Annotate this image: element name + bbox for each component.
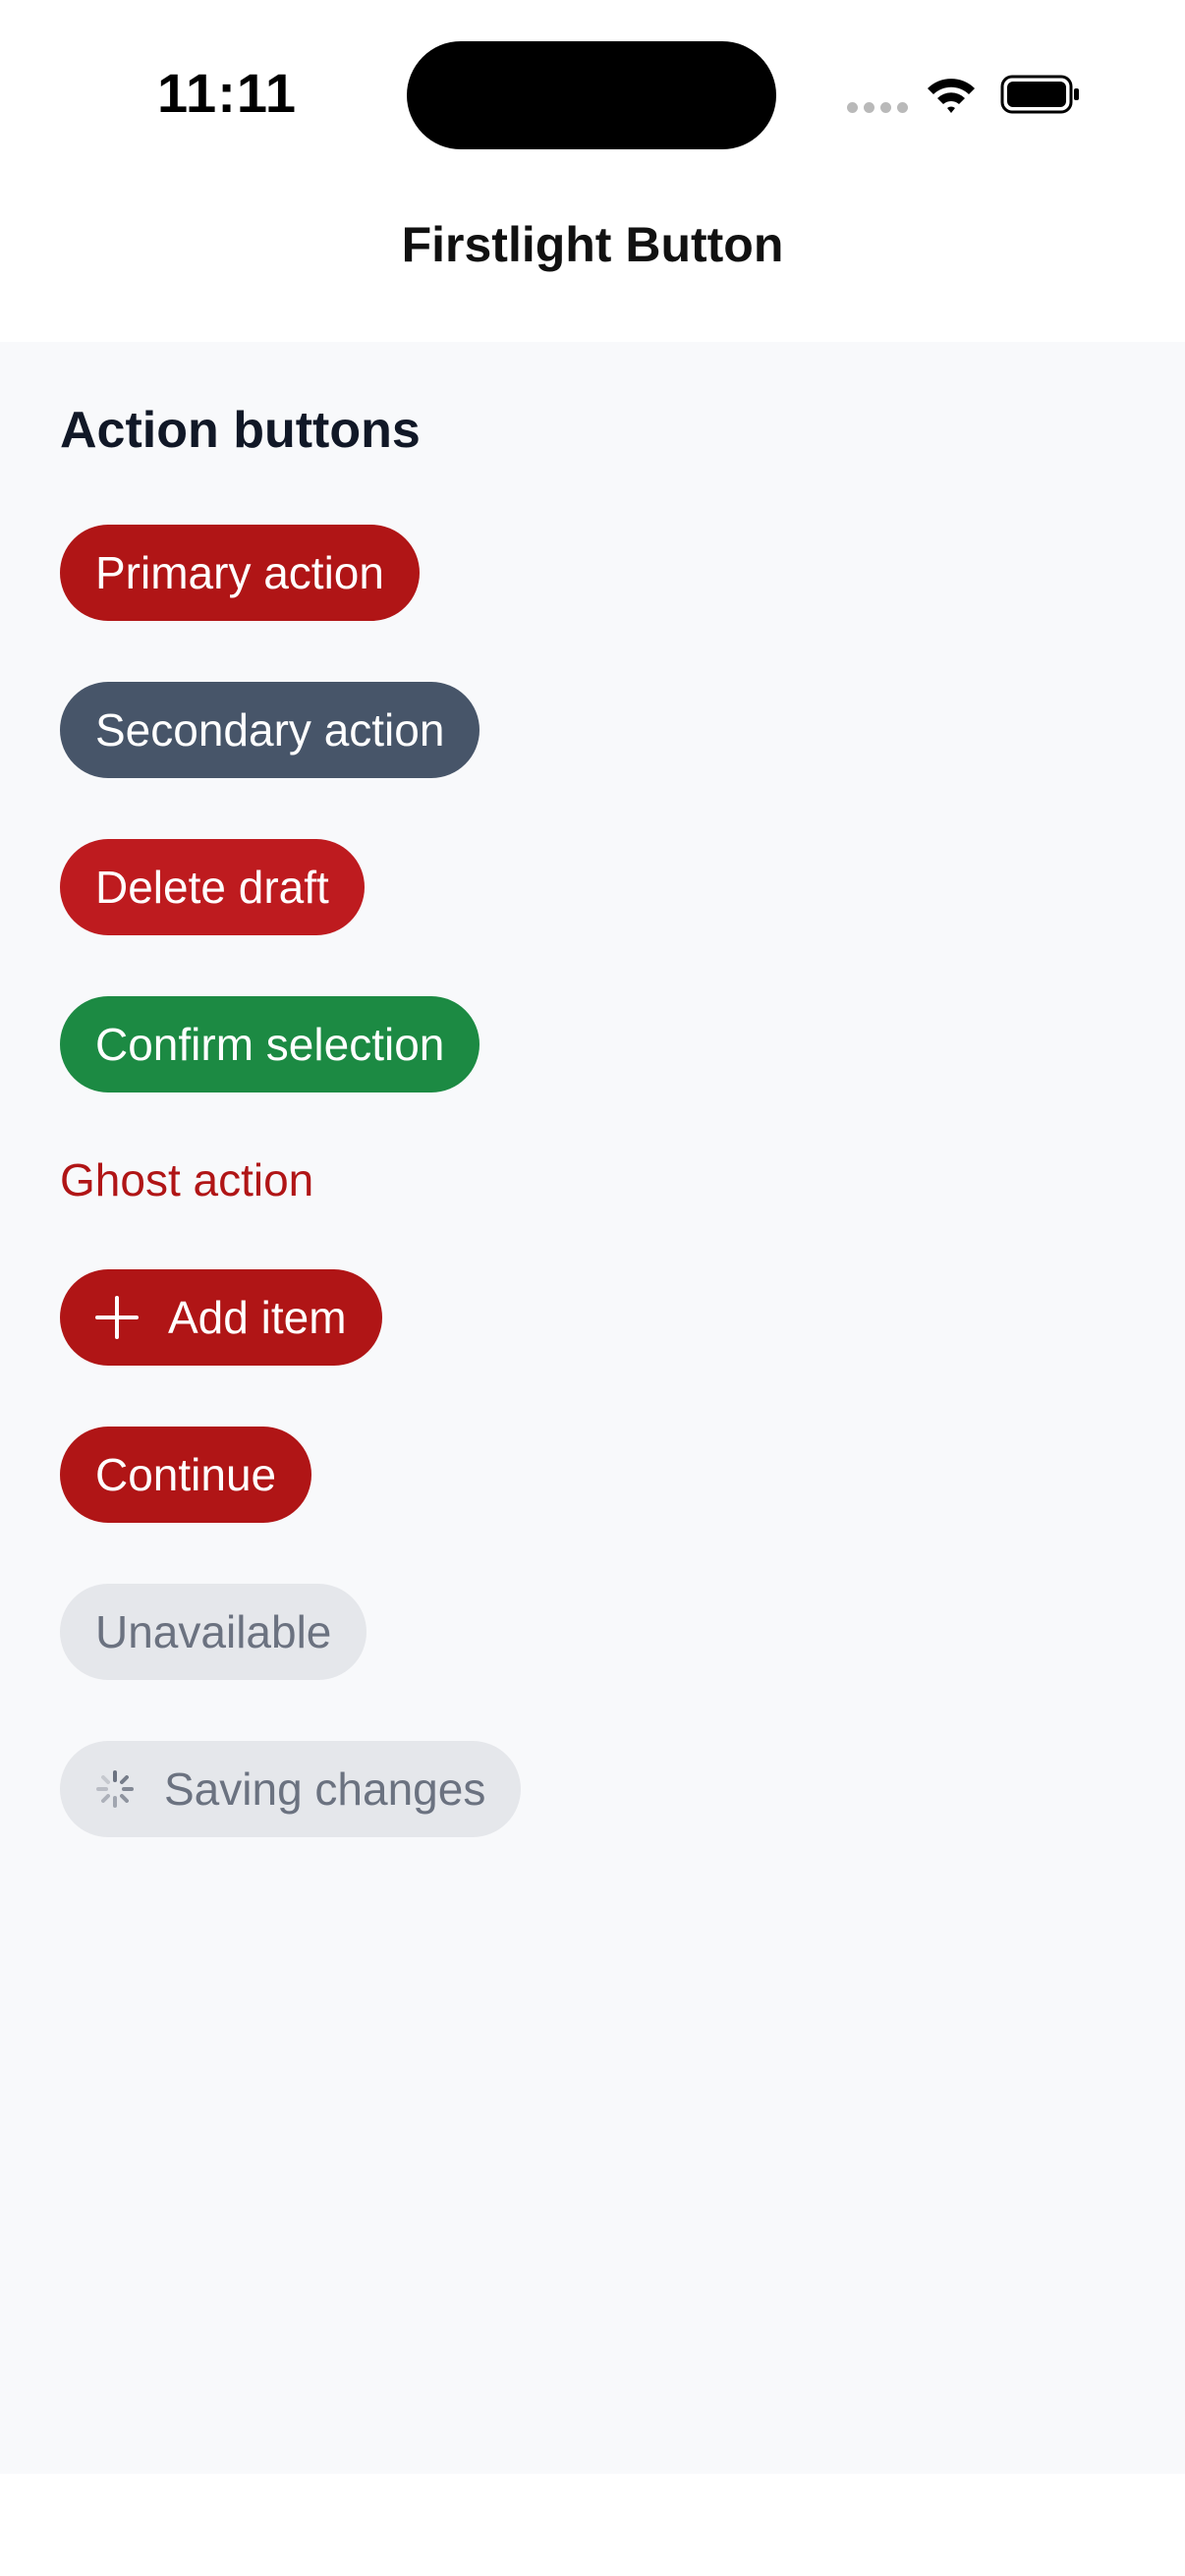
add-item-label: Add item [168, 1292, 347, 1343]
continue-label: Continue [95, 1449, 277, 1500]
confirm-selection-button[interactable]: Confirm selection [60, 996, 480, 1092]
plus-icon [95, 1296, 139, 1339]
unavailable-button[interactable]: Unavailable [60, 1584, 367, 1680]
battery-icon [1000, 75, 1079, 114]
cellular-signal-icon [847, 102, 908, 116]
saving-changes-label: Saving changes [164, 1764, 486, 1815]
ghost-action-button[interactable]: Ghost action [60, 1153, 313, 1206]
saving-changes-button[interactable]: Saving changes [60, 1741, 522, 1837]
add-item-button[interactable]: Add item [60, 1269, 382, 1366]
delete-draft-button[interactable]: Delete draft [60, 839, 365, 935]
secondary-action-button[interactable]: Secondary action [60, 682, 480, 778]
spinner-icon [96, 1770, 134, 1808]
dynamic-island [407, 41, 776, 149]
confirm-selection-label: Confirm selection [95, 1019, 445, 1070]
primary-action-label: Primary action [95, 547, 384, 598]
status-bar: 11:11 [0, 0, 1185, 187]
continue-button[interactable]: Continue [60, 1427, 312, 1523]
delete-draft-label: Delete draft [95, 862, 329, 913]
secondary-action-label: Secondary action [95, 704, 445, 756]
status-time: 11:11 [157, 62, 298, 124]
content-area: Action buttons Primary action Secondary … [0, 342, 1185, 2474]
section-title: Action buttons [60, 402, 421, 459]
home-indicator-area [0, 2474, 1185, 2576]
page-title: Firstlight Button [401, 217, 784, 272]
wifi-icon [928, 79, 975, 113]
primary-action-button[interactable]: Primary action [60, 525, 420, 621]
unavailable-label: Unavailable [95, 1606, 332, 1657]
